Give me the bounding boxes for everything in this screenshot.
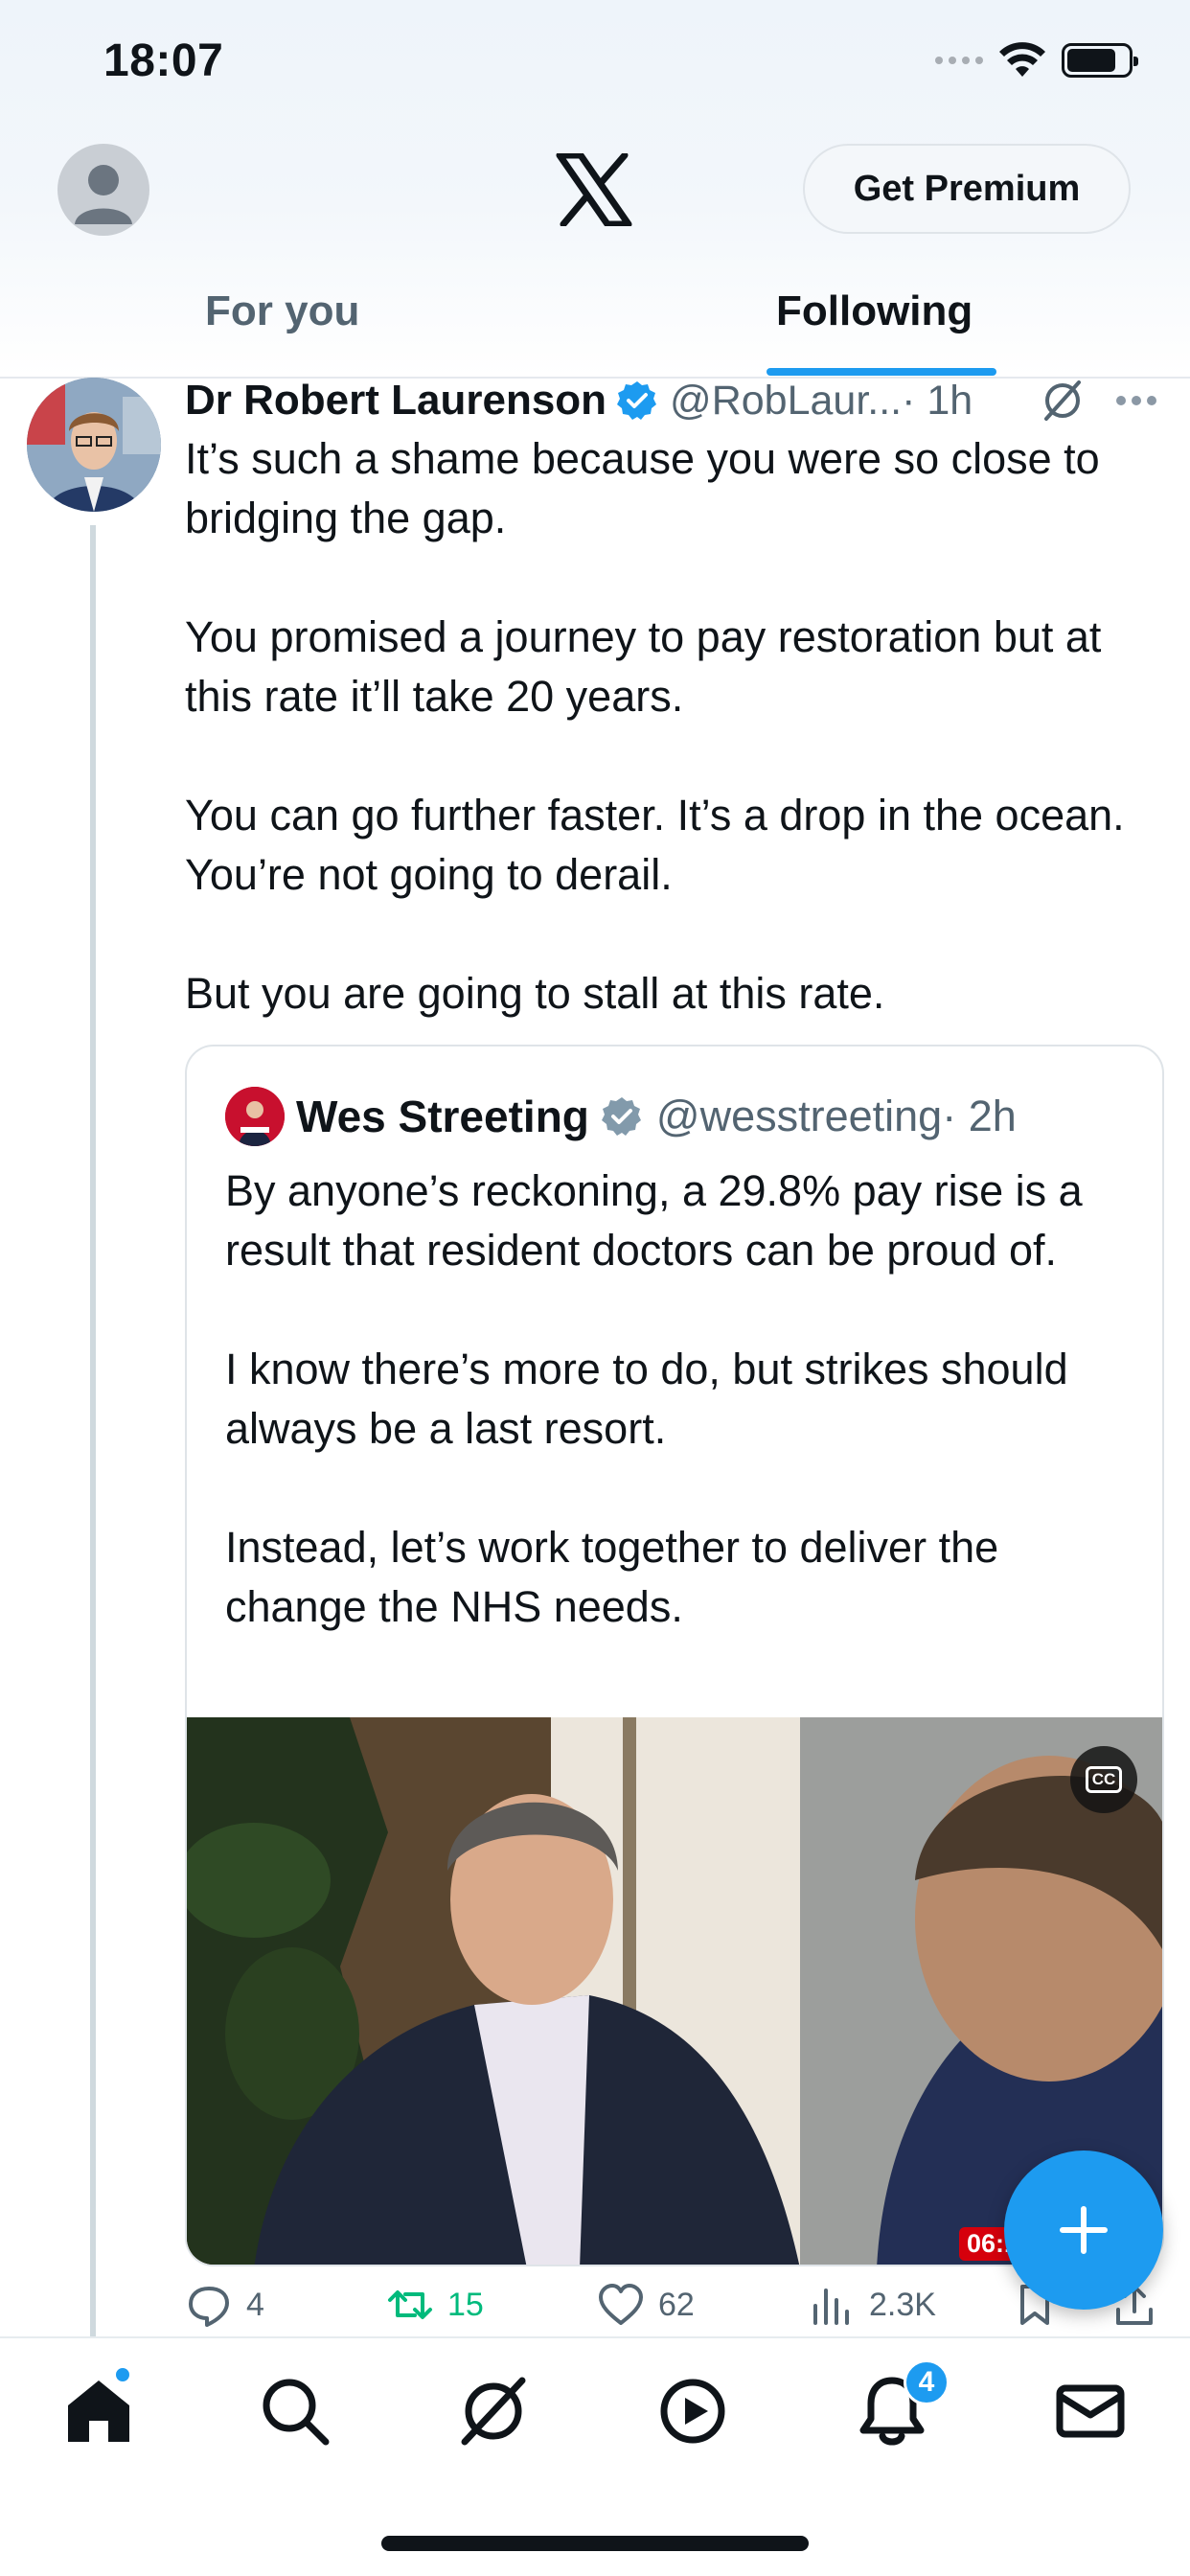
messages-mail-icon[interactable] [1052, 2373, 1129, 2450]
profile-avatar[interactable] [57, 144, 149, 236]
thread-line [90, 525, 96, 2336]
status-time: 18:07 [103, 35, 224, 86]
more-options-icon[interactable] [1115, 394, 1157, 407]
post-header: Dr Robert Laurenson @RobLaur... · 1h [185, 374, 1181, 427]
views-button[interactable]: 2.3K [808, 2281, 936, 2329]
quoted-author-name: Wes Streeting [296, 1092, 589, 1141]
repost-count: 15 [447, 2286, 484, 2323]
reply-icon [189, 2287, 229, 2327]
notifications-badge: 4 [904, 2359, 950, 2405]
verified-badge-icon [617, 381, 657, 420]
reply-count: 4 [246, 2286, 264, 2323]
battery-icon [1062, 43, 1138, 78]
wifi-icon [999, 42, 1045, 77]
quoted-author-avatar [225, 1087, 285, 1146]
quoted-author-handle: @wesstreeting [655, 1092, 943, 1140]
reply-button[interactable]: 4 [185, 2281, 264, 2329]
home-unread-dot [113, 2365, 132, 2384]
get-premium-button[interactable]: Get Premium [803, 144, 1131, 234]
repost-button[interactable]: 15 [386, 2281, 484, 2329]
post-author-name[interactable]: Dr Robert Laurenson [185, 377, 606, 425]
grok-icon[interactable] [1041, 379, 1085, 423]
x-logo-icon [556, 153, 632, 226]
signal-icon [935, 57, 983, 64]
views-count: 2.3K [869, 2286, 936, 2323]
post-author-handle[interactable]: @RobLaur... [670, 378, 902, 425]
post-time: · 1h [902, 377, 973, 424]
top-header: 18:07 Get Premium For you Following [0, 0, 1190, 379]
home-indicator [381, 2536, 809, 2551]
closed-captions-button[interactable]: CC [1070, 1746, 1137, 1813]
search-icon[interactable] [257, 2373, 333, 2450]
post-text: It’s such a shame because you were so cl… [185, 434, 1125, 1018]
like-count: 62 [658, 2286, 695, 2323]
quoted-post-header: Wes Streeting @wesstreeting · 2h [296, 1083, 1017, 1150]
gray-verified-badge-icon [601, 1097, 641, 1136]
post-author-avatar[interactable] [27, 378, 161, 512]
quoted-post-card[interactable]: Wes Streeting @wesstreeting · 2h By anyo… [185, 1045, 1164, 2266]
status-icons [935, 42, 1138, 79]
quoted-post-time: · 2h [942, 1092, 1017, 1140]
tab-following[interactable]: Following [776, 288, 973, 335]
heart-icon [599, 2284, 643, 2325]
repost-icon [388, 2290, 432, 2319]
video-play-icon[interactable] [654, 2373, 731, 2450]
views-icon [813, 2288, 849, 2325]
grok-icon[interactable] [455, 2373, 532, 2450]
like-button[interactable]: 62 [597, 2281, 695, 2329]
tab-for-you[interactable]: For you [205, 288, 359, 335]
quoted-post-text: By anyone’s reckoning, a 29.8% pay rise … [225, 1166, 1083, 1631]
compose-post-button[interactable] [1004, 2150, 1163, 2310]
home-icon[interactable] [60, 2373, 137, 2450]
plus-icon [1060, 2206, 1108, 2254]
